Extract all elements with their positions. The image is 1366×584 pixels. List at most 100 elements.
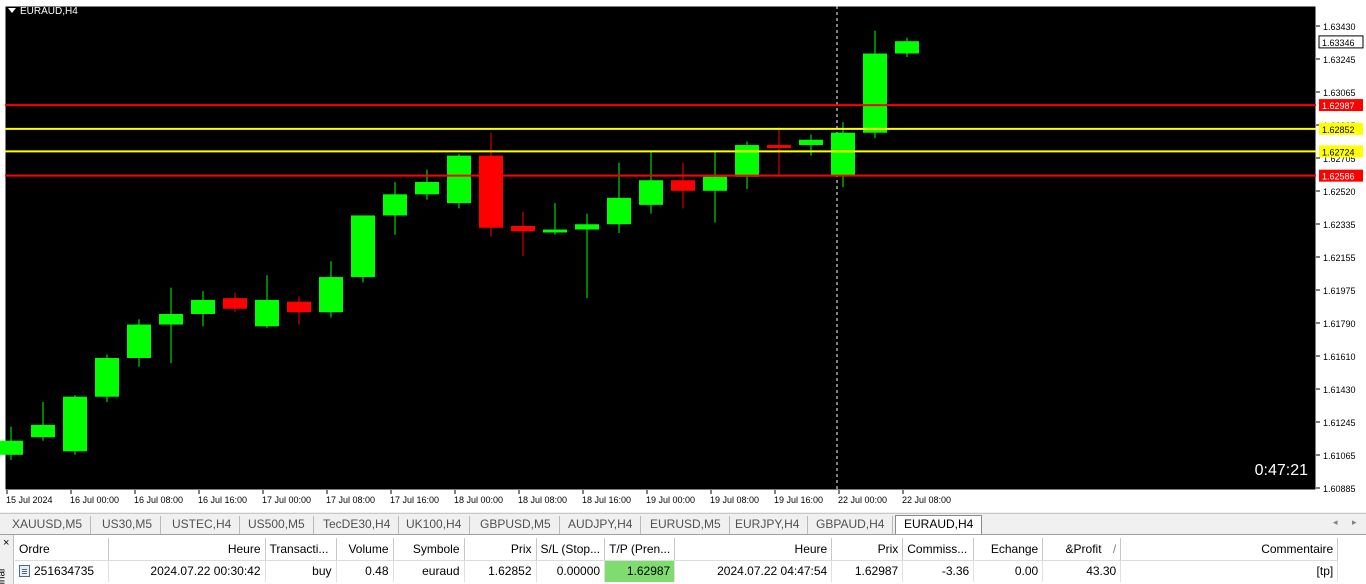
- price-tick-label: 1.63430: [1323, 22, 1356, 32]
- bull-candle: [863, 53, 887, 133]
- cell-close-price: 1.62987: [831, 560, 904, 582]
- bull-candle: [895, 41, 919, 54]
- tab-gbpaud-h4[interactable]: GBPAUD,H4: [808, 516, 894, 534]
- sort-indicator-icon: /: [1112, 541, 1117, 556]
- price-tick-label: 1.62520: [1323, 187, 1356, 197]
- cell-swap: 0.00: [973, 560, 1044, 582]
- tab-gbpusd-m5[interactable]: GBPUSD,M5: [472, 516, 560, 534]
- cell-profit: 43.30: [1042, 560, 1122, 582]
- time-tick-label: 19 Jul 08:00: [710, 495, 759, 505]
- bull-candle: [607, 197, 631, 225]
- cell-commission: -3.36: [902, 560, 975, 582]
- price-level-label: 1.62987: [1322, 101, 1355, 111]
- bull-candle: [831, 132, 855, 175]
- close-icon[interactable]: ×: [3, 537, 9, 549]
- cell-type: buy: [265, 560, 337, 582]
- bear-candle: [671, 180, 695, 191]
- bull-candle: [255, 299, 279, 327]
- bull-candle: [415, 182, 439, 195]
- price-tick-label: 1.61790: [1323, 319, 1356, 329]
- col-header-comment[interactable]: Commentaire: [1120, 538, 1339, 561]
- bull-candle: [447, 155, 471, 204]
- tab-us500-m5[interactable]: US500,M5: [240, 516, 314, 534]
- bull-candle: [703, 176, 727, 191]
- time-tick-label: 15 Jul 2024: [6, 495, 53, 505]
- tab-uk100-h4[interactable]: UK100,H4: [398, 516, 471, 534]
- bar-countdown-timer: 0:47:21: [1254, 462, 1308, 479]
- col-header-sl[interactable]: S/L (Stop...: [536, 538, 606, 561]
- tab-tecde30-h4[interactable]: TecDE30,H4: [315, 516, 400, 534]
- cell-sl: 0.00000: [536, 560, 606, 582]
- price-tick-label: 1.61610: [1323, 352, 1356, 362]
- cell-close-time: 2024.07.22 04:47:54: [674, 560, 833, 582]
- bull-candle: [127, 324, 151, 358]
- table-row[interactable]: 251634735 2024.07.22 00:30:42 buy 0.48 e…: [15, 560, 1339, 582]
- bear-candle: [767, 145, 791, 149]
- price-level-label: 1.62724: [1322, 147, 1355, 157]
- col-header-close-price[interactable]: Prix: [831, 538, 904, 561]
- terminal-vertical-label: inal: [0, 568, 8, 584]
- trade-history-table: Ordre Heure Transacti... Volume Symbole …: [15, 538, 1339, 582]
- tab-xauusd-m5[interactable]: XAUUSD,M5: [4, 516, 92, 534]
- bull-candle: [159, 314, 183, 325]
- time-tick-label: 18 Jul 16:00: [582, 495, 631, 505]
- order-document-icon: [19, 565, 30, 578]
- price-level-label: 1.62852: [1322, 125, 1355, 135]
- bull-candle: [575, 224, 599, 230]
- bull-candle: [383, 194, 407, 216]
- col-header-open-time[interactable]: Heure: [108, 538, 266, 561]
- time-tick-label: 18 Jul 08:00: [518, 495, 567, 505]
- col-header-order[interactable]: Ordre: [15, 538, 109, 561]
- bull-candle: [799, 139, 823, 146]
- time-tick-label: 19 Jul 00:00: [646, 495, 695, 505]
- tab-scroll-left-icon[interactable]: ◂: [1333, 517, 1338, 528]
- bull-candle: [735, 145, 759, 177]
- cell-open-price: 1.62852: [464, 560, 537, 582]
- time-tick-label: 17 Jul 08:00: [326, 495, 375, 505]
- col-header-tp[interactable]: T/P (Pren...: [604, 538, 676, 561]
- cell-order[interactable]: 251634735: [15, 560, 109, 582]
- time-tick-label: 17 Jul 16:00: [390, 495, 439, 505]
- time-tick-label: 16 Jul 08:00: [134, 495, 183, 505]
- chart-window[interactable]: 1.634301.632451.630651.628851.627051.625…: [0, 0, 1366, 512]
- col-header-close-time[interactable]: Heure: [674, 538, 833, 561]
- price-tick-label: 1.62155: [1323, 253, 1356, 263]
- candlestick-chart[interactable]: 1.634301.632451.630651.628851.627051.625…: [0, 0, 1366, 512]
- col-header-profit[interactable]: &Profit /: [1042, 538, 1122, 561]
- bull-candle: [319, 277, 343, 313]
- cell-volume: 0.48: [336, 560, 394, 582]
- tab-us30-m5[interactable]: US30,M5: [94, 516, 162, 534]
- price-tick-label: 1.61430: [1323, 385, 1356, 395]
- col-header-price[interactable]: Prix: [464, 538, 537, 561]
- tab-eurjpy-h4[interactable]: EURJPY,H4: [727, 516, 809, 534]
- table-header-row: Ordre Heure Transacti... Volume Symbole …: [15, 538, 1339, 561]
- col-header-swap[interactable]: Echange: [973, 538, 1044, 561]
- tab-euraud-h4[interactable]: EURAUD,H4: [895, 515, 983, 534]
- bear-candle: [287, 301, 311, 313]
- col-header-type[interactable]: Transacti...: [265, 538, 337, 561]
- col-header-symbol[interactable]: Symbole: [393, 538, 465, 561]
- time-tick-label: 19 Jul 16:00: [774, 495, 823, 505]
- col-header-profit-label: &Profit: [1065, 541, 1102, 556]
- col-header-commission[interactable]: Commiss...: [902, 538, 975, 561]
- bull-candle: [639, 180, 663, 205]
- time-tick-label: 16 Jul 00:00: [70, 495, 119, 505]
- bull-candle: [31, 424, 55, 438]
- bear-candle: [479, 155, 503, 228]
- cell-order-text: 251634735: [34, 564, 95, 579]
- cell-symbol: euraud: [393, 560, 465, 582]
- dropdown-arrow-icon[interactable]: [8, 8, 16, 13]
- terminal-window: 1.634301.632451.630651.628851.627051.625…: [0, 0, 1366, 584]
- tab-eurusd-m5[interactable]: EURUSD,M5: [642, 516, 730, 534]
- bull-candle: [95, 358, 119, 397]
- price-tick-label: 1.60885: [1323, 484, 1356, 494]
- tab-scroll-right-icon[interactable]: ▸: [1352, 517, 1357, 528]
- tab-audjpy-h4[interactable]: AUDJPY,H4: [560, 516, 642, 534]
- col-header-volume[interactable]: Volume: [336, 538, 394, 561]
- bull-candle: [0, 440, 23, 455]
- price-level-label: 1.62586: [1322, 172, 1355, 182]
- price-tick-label: 1.63245: [1323, 55, 1356, 65]
- cell-comment: [tp]: [1120, 560, 1339, 582]
- bull-candle: [351, 215, 375, 278]
- tab-ustec-h4[interactable]: USTEC,H4: [164, 516, 241, 534]
